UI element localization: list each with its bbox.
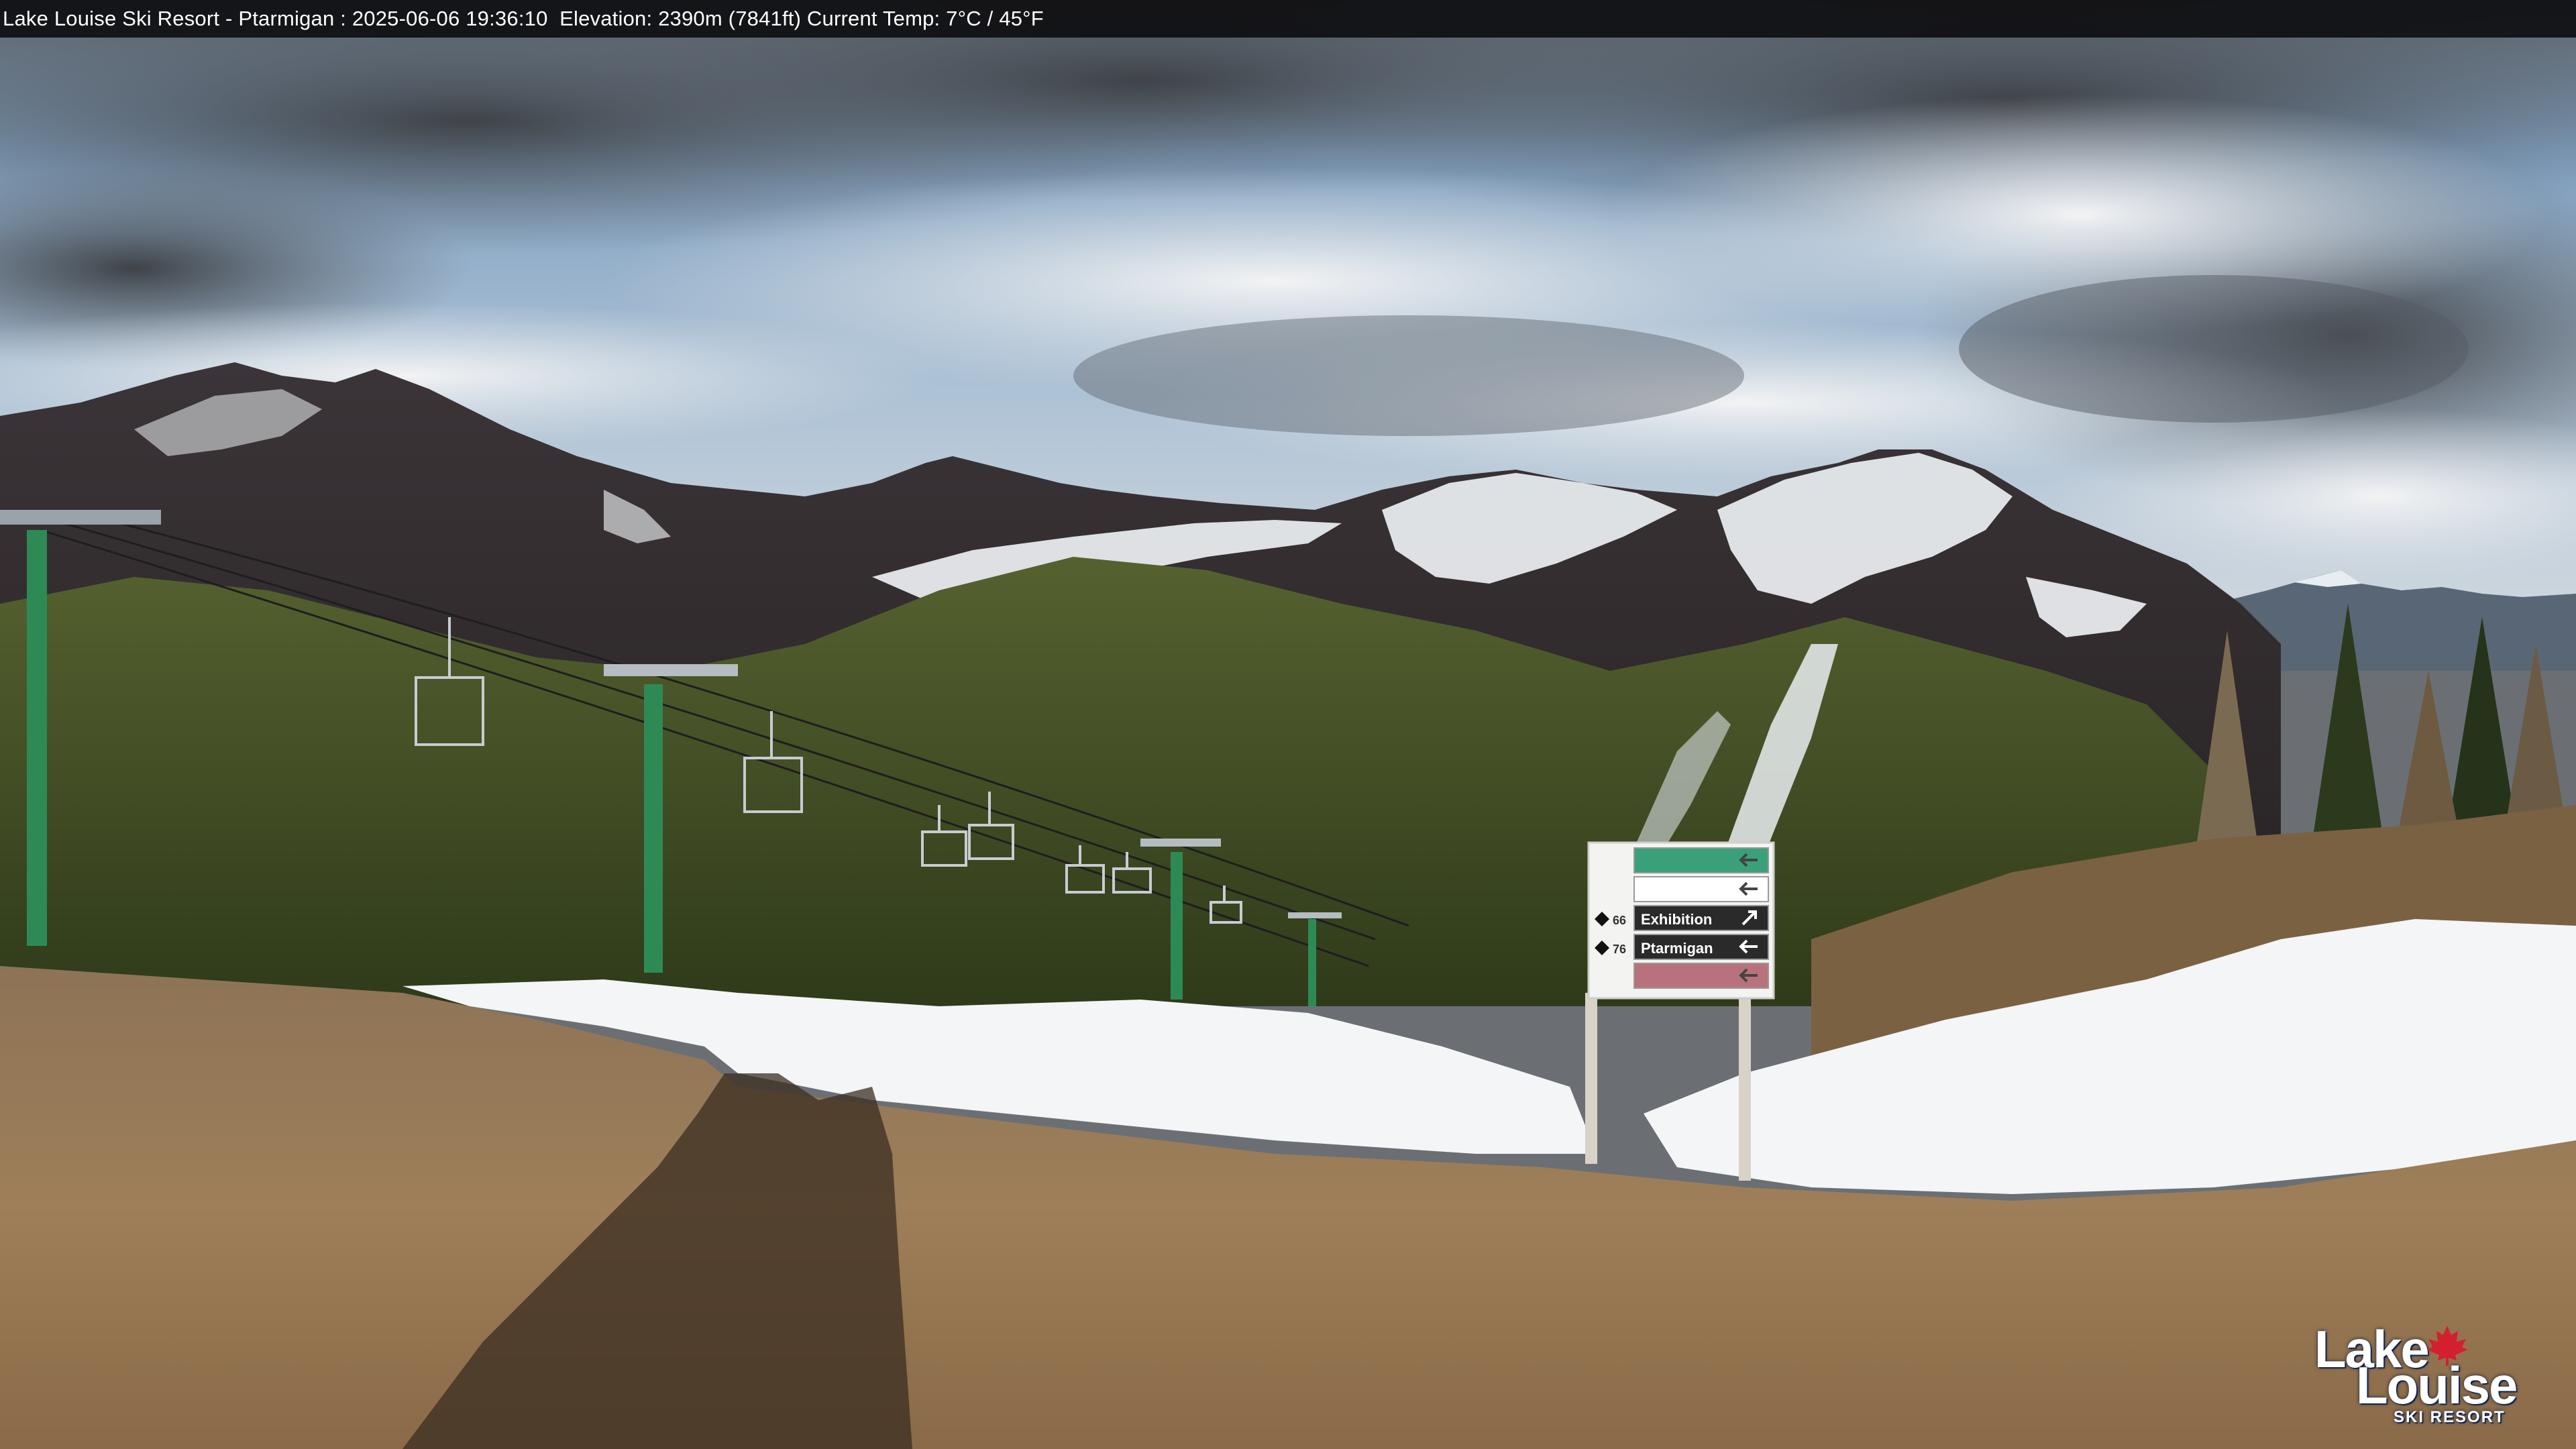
- webcam-caption-bar: Lake Louise Ski Resort - Ptarmigan : 202…: [0, 0, 2576, 38]
- trail-sign-row: [1633, 847, 1769, 873]
- trail-sign: 66 Exhibition 76 Ptarmigan: [1587, 841, 1775, 1000]
- webcam-caption: Lake Louise Ski Resort - Ptarmigan : 202…: [3, 7, 1044, 30]
- trail-number: 66: [1613, 914, 1626, 927]
- trail-sign-row: [1633, 876, 1769, 902]
- logo-line-louise: Louise: [2356, 1356, 2518, 1415]
- trail-name: Ptarmigan: [1641, 940, 1713, 957]
- trail-sign-row: [1633, 963, 1769, 989]
- lake-louise-logo: Lake Louise SKI RESORT: [2314, 1323, 2518, 1430]
- trail-number: 76: [1613, 943, 1626, 956]
- trail-name: Exhibition: [1641, 911, 1712, 928]
- webcam-image: 66 Exhibition 76 Ptarmigan Lake Louise Ski …: [0, 0, 2576, 1449]
- logo-line-ski-resort: SKI RESORT: [2394, 1408, 2506, 1426]
